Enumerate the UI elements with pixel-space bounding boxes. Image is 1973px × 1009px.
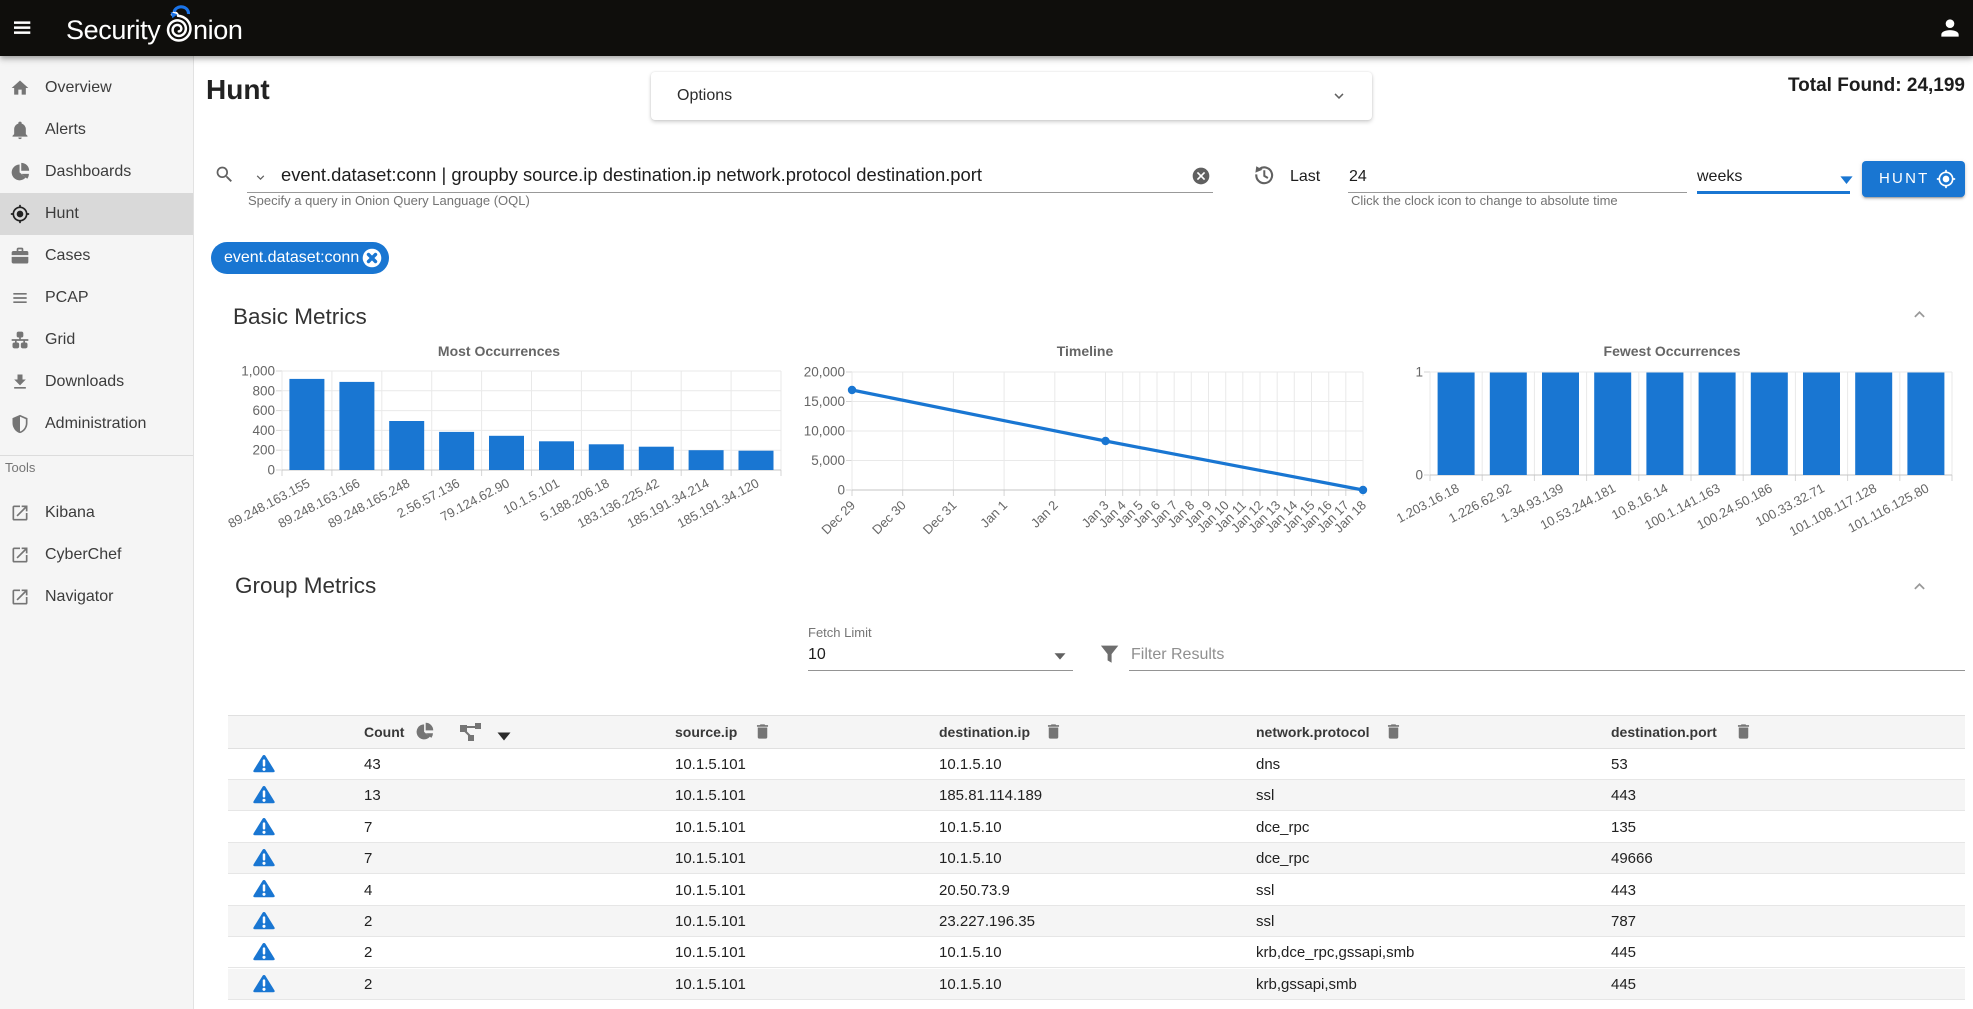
svg-text:Timeline: Timeline [1057,343,1114,359]
svg-text:0: 0 [1415,468,1423,483]
svg-text:Dec 29: Dec 29 [818,498,858,538]
svg-text:600: 600 [252,403,275,418]
svg-text:Jan 2: Jan 2 [1028,498,1061,531]
svg-text:20,000: 20,000 [804,365,845,380]
svg-text:5,000: 5,000 [811,453,845,468]
svg-text:400: 400 [252,423,275,438]
svg-text:15,000: 15,000 [804,394,845,409]
svg-text:Jan 1: Jan 1 [977,498,1010,531]
svg-text:800: 800 [252,383,275,398]
svg-text:0: 0 [837,483,845,498]
svg-text:1: 1 [1415,365,1423,380]
svg-text:1,000: 1,000 [241,364,275,379]
svg-text:Dec 31: Dec 31 [920,498,960,538]
svg-text:200: 200 [252,443,275,458]
svg-text:Dec 30: Dec 30 [869,498,909,538]
svg-text:0: 0 [267,463,275,478]
svg-text:10,000: 10,000 [804,424,845,439]
svg-text:101.108.117.128: 101.108.117.128 [1787,480,1879,539]
svg-text:89.248.163.155: 89.248.163.155 [228,475,312,531]
svg-text:Most Occurrences: Most Occurrences [438,343,560,359]
svg-text:Fewest Occurrences: Fewest Occurrences [1604,343,1741,359]
